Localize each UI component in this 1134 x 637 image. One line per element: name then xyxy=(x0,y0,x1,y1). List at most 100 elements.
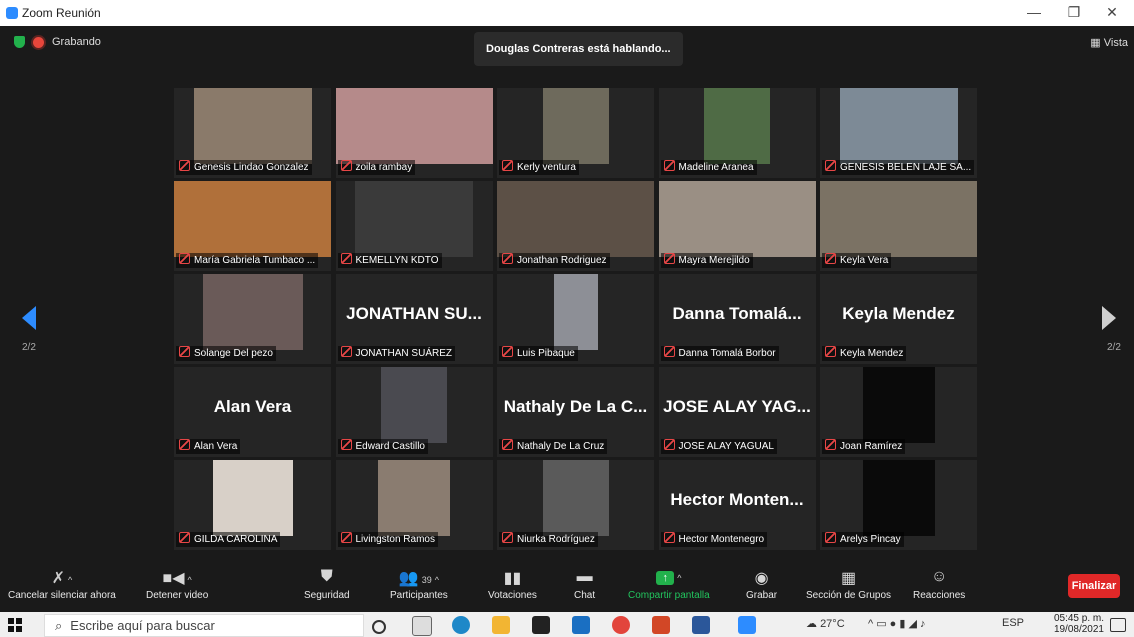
participant-tile[interactable]: Madeline Aranea xyxy=(658,88,816,178)
taskbar-search[interactable]: ⌕ Escribe aquí para buscar xyxy=(44,614,364,637)
participants-button[interactable]: 👥 39 ^ Participantes xyxy=(390,568,448,601)
participant-tile[interactable]: GENESIS BELEN LAJE SA... xyxy=(820,88,977,178)
participant-tile[interactable]: zoila rambay xyxy=(335,88,493,178)
participant-tile[interactable]: Arelys Pincay xyxy=(820,460,977,550)
participant-tile[interactable]: María Gabriela Tumbaco ... xyxy=(174,181,331,271)
participant-tile[interactable]: Edward Castillo xyxy=(335,367,493,457)
recording-label: Grabando xyxy=(52,36,101,48)
participant-name: Alan Vera xyxy=(194,441,238,452)
participant-tile[interactable]: Mayra Merejildo xyxy=(658,181,816,271)
mic-muted-icon xyxy=(663,160,675,171)
stop-video-button[interactable]: ■◀ ^ Detener video xyxy=(146,568,208,601)
breakout-rooms-button[interactable]: ▦ Sección de Grupos xyxy=(806,568,891,601)
store-icon[interactable] xyxy=(532,616,550,634)
record-button[interactable]: ◉ Grabar xyxy=(746,568,777,601)
participant-tile[interactable]: Nathaly De La C... Nathaly De La Cruz xyxy=(497,367,654,457)
participant-name-label: Keyla Vera xyxy=(822,253,892,268)
task-view-icon[interactable] xyxy=(412,616,432,636)
participant-tile[interactable]: Keyla Vera xyxy=(820,181,977,271)
restore-button[interactable]: ❐ xyxy=(1054,4,1094,21)
cortana-icon[interactable] xyxy=(372,620,386,634)
participant-name: Danna Tomalá Borbor xyxy=(678,348,776,359)
prev-page-arrow-icon[interactable] xyxy=(22,306,36,330)
participant-tile[interactable]: JONATHAN SU... JONATHAN SUÁREZ xyxy=(335,274,493,364)
mic-muted-icon xyxy=(179,346,190,357)
participant-tile[interactable]: Niurka Rodríguez xyxy=(497,460,654,550)
participant-video xyxy=(542,460,609,536)
record-label: Grabar xyxy=(746,590,778,601)
end-meeting-button[interactable]: Finalizar xyxy=(1068,574,1120,598)
participant-name: Arelys Pincay xyxy=(840,534,901,545)
participant-video xyxy=(378,460,450,536)
chat-label: Chat xyxy=(574,590,596,601)
windows-start-icon[interactable] xyxy=(8,618,22,632)
participant-tile[interactable]: Kerly ventura xyxy=(497,88,654,178)
participant-tile[interactable]: Luis Pibaque xyxy=(497,274,654,364)
page-indicator-right: 2/2 xyxy=(1107,342,1121,353)
participant-tile[interactable]: Danna Tomalá... Danna Tomalá Borbor xyxy=(658,274,816,364)
participant-tile[interactable]: GILDA CAROLINA xyxy=(174,460,331,550)
shield-icon[interactable] xyxy=(14,36,25,48)
clock[interactable]: 05:45 p. m. 19/08/2021 xyxy=(1054,613,1104,635)
participant-name: María Gabriela Tumbaco ... xyxy=(194,255,316,266)
participants-count: 39 xyxy=(421,575,432,585)
participant-display-name: Alan Vera xyxy=(213,397,292,416)
view-label: Vista xyxy=(1103,37,1128,49)
reactions-button[interactable]: ☺ Reacciones xyxy=(913,568,965,601)
mic-muted-icon: ✗ xyxy=(51,570,65,587)
participant-tile[interactable]: Jonathan Rodriguez xyxy=(497,181,654,271)
participant-tile[interactable]: Hector Monten... Hector Montenegro xyxy=(658,460,816,550)
view-button[interactable]: ▦ Vista xyxy=(1090,36,1128,49)
participants-icon: 👥 xyxy=(398,570,419,587)
polls-button[interactable]: ▮▮ Votaciones xyxy=(488,568,537,601)
participant-tile[interactable]: Solange Del pezo xyxy=(174,274,331,364)
participant-name-label: JOSE ALAY YAGUAL xyxy=(660,439,777,454)
zoom-taskbar-icon[interactable] xyxy=(738,616,756,634)
participant-name-label: Jonathan Rodriguez xyxy=(499,253,610,268)
share-screen-button[interactable]: ↑ ^ Compartir pantalla xyxy=(628,568,710,601)
chevron-up-icon[interactable]: ^ xyxy=(435,575,439,585)
mic-muted-icon xyxy=(663,532,675,543)
word-icon[interactable] xyxy=(692,616,710,634)
participant-name: Mayra Merejildo xyxy=(678,255,750,266)
participant-tile[interactable]: Keyla Mendez Keyla Mendez xyxy=(820,274,977,364)
participant-video xyxy=(704,88,770,164)
security-button[interactable]: ⛊ Seguridad xyxy=(304,568,350,601)
participant-tile[interactable]: Livingston Ramos xyxy=(335,460,493,550)
close-button[interactable]: ✕ xyxy=(1092,4,1132,21)
windows-taskbar: ⌕ Escribe aquí para buscar ☁ 27°C ^ ▭ ● ▮… xyxy=(0,612,1134,637)
participant-video xyxy=(381,367,447,443)
powerpoint-icon[interactable] xyxy=(652,616,670,634)
clock-time: 05:45 p. m. xyxy=(1053,613,1104,624)
file-explorer-icon[interactable] xyxy=(492,616,510,634)
participant-name-label: JONATHAN SUÁREZ xyxy=(337,346,455,361)
chevron-up-icon[interactable]: ^ xyxy=(188,575,192,585)
minimize-button[interactable]: — xyxy=(1014,4,1054,20)
participant-tile[interactable]: JOSE ALAY YAG... JOSE ALAY YAGUAL xyxy=(658,367,816,457)
chrome-icon[interactable] xyxy=(612,616,630,634)
next-page-arrow-icon[interactable] xyxy=(1102,306,1116,330)
edge-browser-icon[interactable] xyxy=(452,616,470,634)
chat-button[interactable]: ▬ Chat xyxy=(574,568,595,601)
mic-muted-icon xyxy=(825,439,836,450)
participant-tile[interactable]: KEMELLYN KDTO xyxy=(335,181,493,271)
notifications-icon[interactable] xyxy=(1110,618,1126,632)
participant-name: GENESIS BELEN LAJE SA... xyxy=(840,162,972,173)
participant-tile[interactable]: Joan Ramírez xyxy=(820,367,977,457)
participant-tile[interactable]: Alan Vera Alan Vera xyxy=(174,367,331,457)
participant-name: Joan Ramírez xyxy=(840,441,903,452)
chevron-up-icon[interactable]: ^ xyxy=(677,573,681,583)
mail-icon[interactable] xyxy=(572,616,590,634)
unmute-button[interactable]: ✗ ^ Cancelar silenciar ahora xyxy=(8,568,116,601)
search-icon: ⌕ xyxy=(55,618,63,633)
breakout-grid-icon: ▦ xyxy=(840,570,857,587)
mic-muted-icon xyxy=(502,160,513,171)
participant-name-label: Alan Vera xyxy=(176,439,241,454)
language-indicator[interactable]: ESP xyxy=(1002,617,1024,629)
system-tray-icons[interactable]: ^ ▭ ● ▮ ◢ ♪ xyxy=(868,617,926,630)
meeting-area: Grabando Douglas Contreras está hablando… xyxy=(0,26,1134,560)
participant-tile[interactable]: Genesis Lindao Gonzalez xyxy=(174,88,331,178)
chevron-up-icon[interactable]: ^ xyxy=(68,575,72,585)
weather-widget[interactable]: ☁ 27°C xyxy=(806,617,845,630)
participant-name-label: María Gabriela Tumbaco ... xyxy=(176,253,319,268)
